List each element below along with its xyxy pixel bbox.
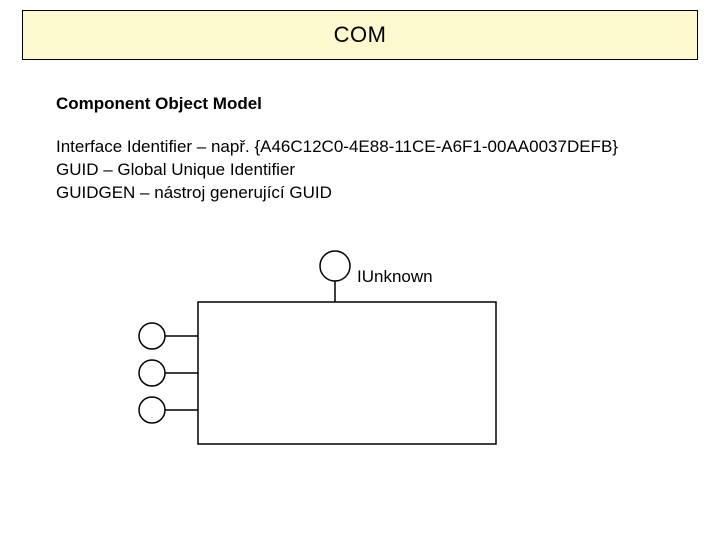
left-interface-lollipop-icon-2 xyxy=(139,360,165,386)
text-line-1: Interface Identifier – např. {A46C12C0-4… xyxy=(56,136,676,159)
left-interface-lollipop-icon-1 xyxy=(139,323,165,349)
iunknown-label: IUnknown xyxy=(357,267,433,287)
iunknown-lollipop-icon xyxy=(320,251,350,281)
title-bar: COM xyxy=(22,10,698,60)
slide-title: COM xyxy=(334,22,387,48)
text-line-3: GUIDGEN – nástroj generující GUID xyxy=(56,182,676,205)
content-area: Component Object Model Interface Identif… xyxy=(56,94,676,205)
left-interface-lollipop-icon-3 xyxy=(139,397,165,423)
component-box xyxy=(198,302,496,444)
text-line-2: GUID – Global Unique Identifier xyxy=(56,159,676,182)
subtitle: Component Object Model xyxy=(56,94,676,114)
